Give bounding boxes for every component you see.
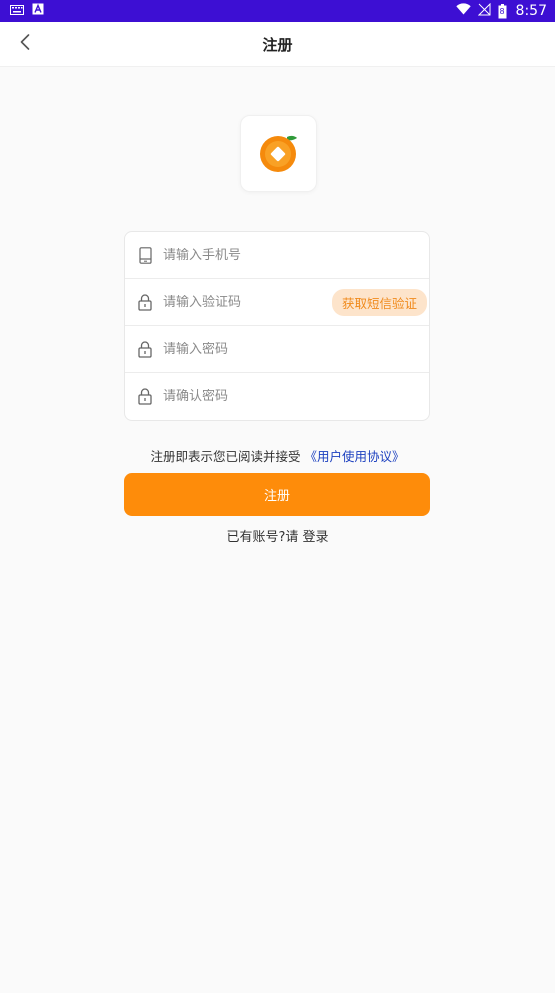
status-bar: 8 8:57 xyxy=(0,0,555,22)
lock-icon xyxy=(137,293,153,311)
battery-level: 8 xyxy=(499,6,505,16)
user-agreement-link[interactable]: 《用户使用协议》 xyxy=(304,449,404,464)
verification-code-row: 获取短信验证 xyxy=(125,279,429,326)
app-notification-icon xyxy=(32,3,44,19)
signal-icon xyxy=(477,2,491,20)
login-prompt: 已有账号?请 登录 xyxy=(0,526,555,545)
confirm-password-row xyxy=(125,373,429,420)
lock-icon xyxy=(137,340,153,358)
wifi-icon xyxy=(455,3,471,19)
battery-icon: 8 xyxy=(498,3,507,19)
password-row xyxy=(125,326,429,373)
agreement-notice: 注册即表示您已阅读并接受 《用户使用协议》 xyxy=(0,446,555,465)
register-button[interactable]: 注册 xyxy=(124,473,430,516)
phone-row xyxy=(125,232,429,279)
login-link[interactable]: 登录 xyxy=(303,530,329,545)
app-logo xyxy=(240,115,317,192)
keyboard-icon xyxy=(10,3,24,19)
status-time: 8:57 xyxy=(515,3,547,19)
orange-logo-icon xyxy=(257,130,301,178)
verification-code-input[interactable] xyxy=(163,294,332,310)
confirm-password-input[interactable] xyxy=(163,389,417,404)
register-form: 获取短信验证 xyxy=(124,231,430,421)
lock-icon xyxy=(137,388,153,406)
get-sms-code-button[interactable]: 获取短信验证 xyxy=(331,288,427,316)
phone-icon xyxy=(137,246,153,264)
phone-input[interactable] xyxy=(163,247,417,263)
app-header: 注册 xyxy=(0,22,555,67)
back-button[interactable] xyxy=(10,28,40,60)
page-title: 注册 xyxy=(262,35,293,54)
chevron-left-icon xyxy=(20,34,30,54)
login-prompt-text: 已有账号?请 xyxy=(226,530,299,545)
agreement-text: 注册即表示您已阅读并接受 xyxy=(150,449,301,464)
password-input[interactable] xyxy=(163,341,417,357)
